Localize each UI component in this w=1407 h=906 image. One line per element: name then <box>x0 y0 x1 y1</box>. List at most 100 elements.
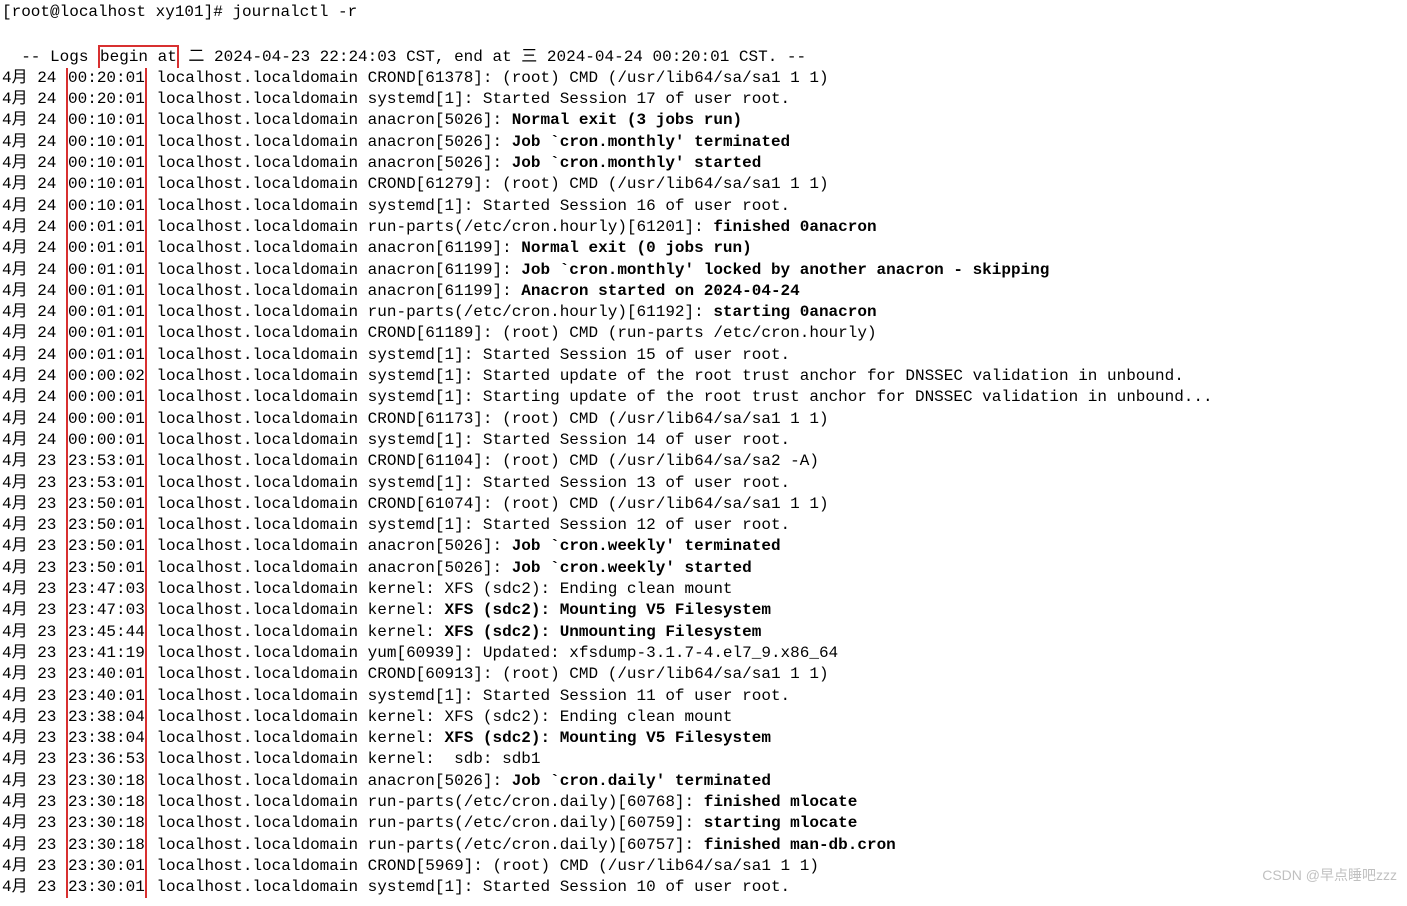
log-host: localhost.localdomain <box>156 601 367 619</box>
log-host: localhost.localdomain <box>156 111 367 129</box>
log-date: 4月 23 <box>2 601 66 619</box>
log-date: 4月 23 <box>2 772 66 790</box>
log-message: Started Session 15 of user root. <box>483 346 790 364</box>
log-host: localhost.localdomain <box>156 133 367 151</box>
log-entry: 4月 23 23:30:01 localhost.localdomain sys… <box>2 877 1405 898</box>
log-process: systemd[1]: <box>368 346 483 364</box>
log-host: localhost.localdomain <box>156 772 367 790</box>
log-process: run-parts(/etc/cron.daily)[60768]: <box>368 793 704 811</box>
log-date: 4月 24 <box>2 282 66 300</box>
log-message: Job `cron.weekly' started <box>512 559 752 577</box>
log-process: CROND[60913]: <box>368 665 502 683</box>
log-message: (root) CMD (/usr/lib64/sa/sa1 1 1) <box>502 175 828 193</box>
log-process: CROND[61189]: <box>368 324 502 342</box>
log-time: 00:01:01 <box>66 345 147 366</box>
log-message: Job `cron.daily' terminated <box>512 772 771 790</box>
log-date: 4月 23 <box>2 708 66 726</box>
log-process: CROND[61104]: <box>368 452 502 470</box>
log-time: 23:38:04 <box>66 728 147 749</box>
log-header-line: -- Logs begin at 二 2024-04-23 22:24:03 C… <box>2 23 1405 68</box>
log-entry: 4月 23 23:36:53 localhost.localdomain ker… <box>2 749 1405 770</box>
log-time: 00:01:01 <box>66 260 147 281</box>
log-host: localhost.localdomain <box>156 665 367 683</box>
log-process: systemd[1]: <box>368 367 483 385</box>
log-time: 00:20:01 <box>66 68 147 89</box>
log-date: 4月 23 <box>2 516 66 534</box>
log-host: localhost.localdomain <box>156 878 367 896</box>
log-entry: 4月 23 23:50:01 localhost.localdomain ana… <box>2 536 1405 557</box>
log-host: localhost.localdomain <box>156 836 367 854</box>
log-date: 4月 23 <box>2 495 66 513</box>
log-entry: 4月 23 23:30:18 localhost.localdomain ana… <box>2 771 1405 792</box>
time-highlight-box: begin at <box>98 45 179 68</box>
log-entry: 4月 23 23:30:01 localhost.localdomain CRO… <box>2 856 1405 877</box>
log-process: systemd[1]: <box>368 388 483 406</box>
log-entry: 4月 24 00:01:01 localhost.localdomain run… <box>2 302 1405 323</box>
log-time: 23:47:03 <box>66 579 147 600</box>
log-message: Started Session 11 of user root. <box>483 687 790 705</box>
log-entry: 4月 24 00:01:01 localhost.localdomain ana… <box>2 281 1405 302</box>
log-date: 4月 24 <box>2 239 66 257</box>
log-host: localhost.localdomain <box>156 261 367 279</box>
log-process: run-parts(/etc/cron.daily)[60759]: <box>368 814 704 832</box>
log-host: localhost.localdomain <box>156 750 367 768</box>
log-date: 4月 24 <box>2 303 66 321</box>
log-message: Normal exit (0 jobs run) <box>521 239 751 257</box>
log-message: XFS (sdc2): Mounting V5 Filesystem <box>444 729 770 747</box>
log-process: CROND[61279]: <box>368 175 502 193</box>
log-message: Updated: xfsdump-3.1.7-4.el7_9.x86_64 <box>483 644 838 662</box>
log-time: 23:41:19 <box>66 643 147 664</box>
log-message: (root) CMD (/usr/lib64/sa/sa1 1 1) <box>493 857 819 875</box>
log-host: localhost.localdomain <box>156 687 367 705</box>
log-entry: 4月 24 00:01:01 localhost.localdomain sys… <box>2 345 1405 366</box>
log-entry: 4月 23 23:47:03 localhost.localdomain ker… <box>2 600 1405 621</box>
log-time: 00:00:01 <box>66 387 147 408</box>
log-time: 00:20:01 <box>66 89 147 110</box>
log-entry: 4月 23 23:50:01 localhost.localdomain sys… <box>2 515 1405 536</box>
log-process: systemd[1]: <box>368 516 483 534</box>
log-date: 4月 23 <box>2 537 66 555</box>
log-header-prefix: -- Logs <box>21 48 98 66</box>
watermark-text: CSDN @早点睡吧zzz <box>1262 865 1397 886</box>
log-date: 4月 23 <box>2 857 66 875</box>
log-entry: 4月 24 00:10:01 localhost.localdomain CRO… <box>2 174 1405 195</box>
log-date: 4月 24 <box>2 133 66 151</box>
log-date: 4月 23 <box>2 474 66 492</box>
log-date: 4月 24 <box>2 261 66 279</box>
log-entry: 4月 23 23:38:04 localhost.localdomain ker… <box>2 707 1405 728</box>
log-entry: 4月 24 00:20:01 localhost.localdomain CRO… <box>2 68 1405 89</box>
log-time: 23:45:44 <box>66 622 147 643</box>
log-date: 4月 24 <box>2 69 66 87</box>
log-entry: 4月 24 00:10:01 localhost.localdomain ana… <box>2 153 1405 174</box>
log-date: 4月 23 <box>2 729 66 747</box>
log-time: 23:30:18 <box>66 835 147 856</box>
log-entry: 4月 23 23:38:04 localhost.localdomain ker… <box>2 728 1405 749</box>
log-host: localhost.localdomain <box>156 857 367 875</box>
log-process: anacron[5026]: <box>368 537 512 555</box>
log-host: localhost.localdomain <box>156 239 367 257</box>
log-process: CROND[5969]: <box>368 857 493 875</box>
log-output: 4月 24 00:20:01 localhost.localdomain CRO… <box>2 68 1405 899</box>
log-message: Job `cron.weekly' terminated <box>512 537 781 555</box>
log-time: 23:53:01 <box>66 473 147 494</box>
log-host: localhost.localdomain <box>156 708 367 726</box>
log-date: 4月 23 <box>2 814 66 832</box>
log-process: anacron[5026]: <box>368 133 512 151</box>
log-process: systemd[1]: <box>368 197 483 215</box>
log-process: kernel: <box>368 708 445 726</box>
log-message: (root) CMD (/usr/lib64/sa/sa1 1 1) <box>502 665 828 683</box>
log-date: 4月 24 <box>2 324 66 342</box>
log-entry: 4月 24 00:20:01 localhost.localdomain sys… <box>2 89 1405 110</box>
log-date: 4月 24 <box>2 367 66 385</box>
log-time: 23:47:03 <box>66 600 147 621</box>
log-time: 23:53:01 <box>66 451 147 472</box>
log-date: 4月 24 <box>2 218 66 236</box>
log-time: 23:30:18 <box>66 813 147 834</box>
log-host: localhost.localdomain <box>156 559 367 577</box>
log-date: 4月 23 <box>2 793 66 811</box>
log-message: finished 0anacron <box>713 218 876 236</box>
log-date: 4月 24 <box>2 346 66 364</box>
log-message: sdb: sdb1 <box>454 750 540 768</box>
log-process: anacron[5026]: <box>368 154 512 172</box>
log-process: yum[60939]: <box>368 644 483 662</box>
